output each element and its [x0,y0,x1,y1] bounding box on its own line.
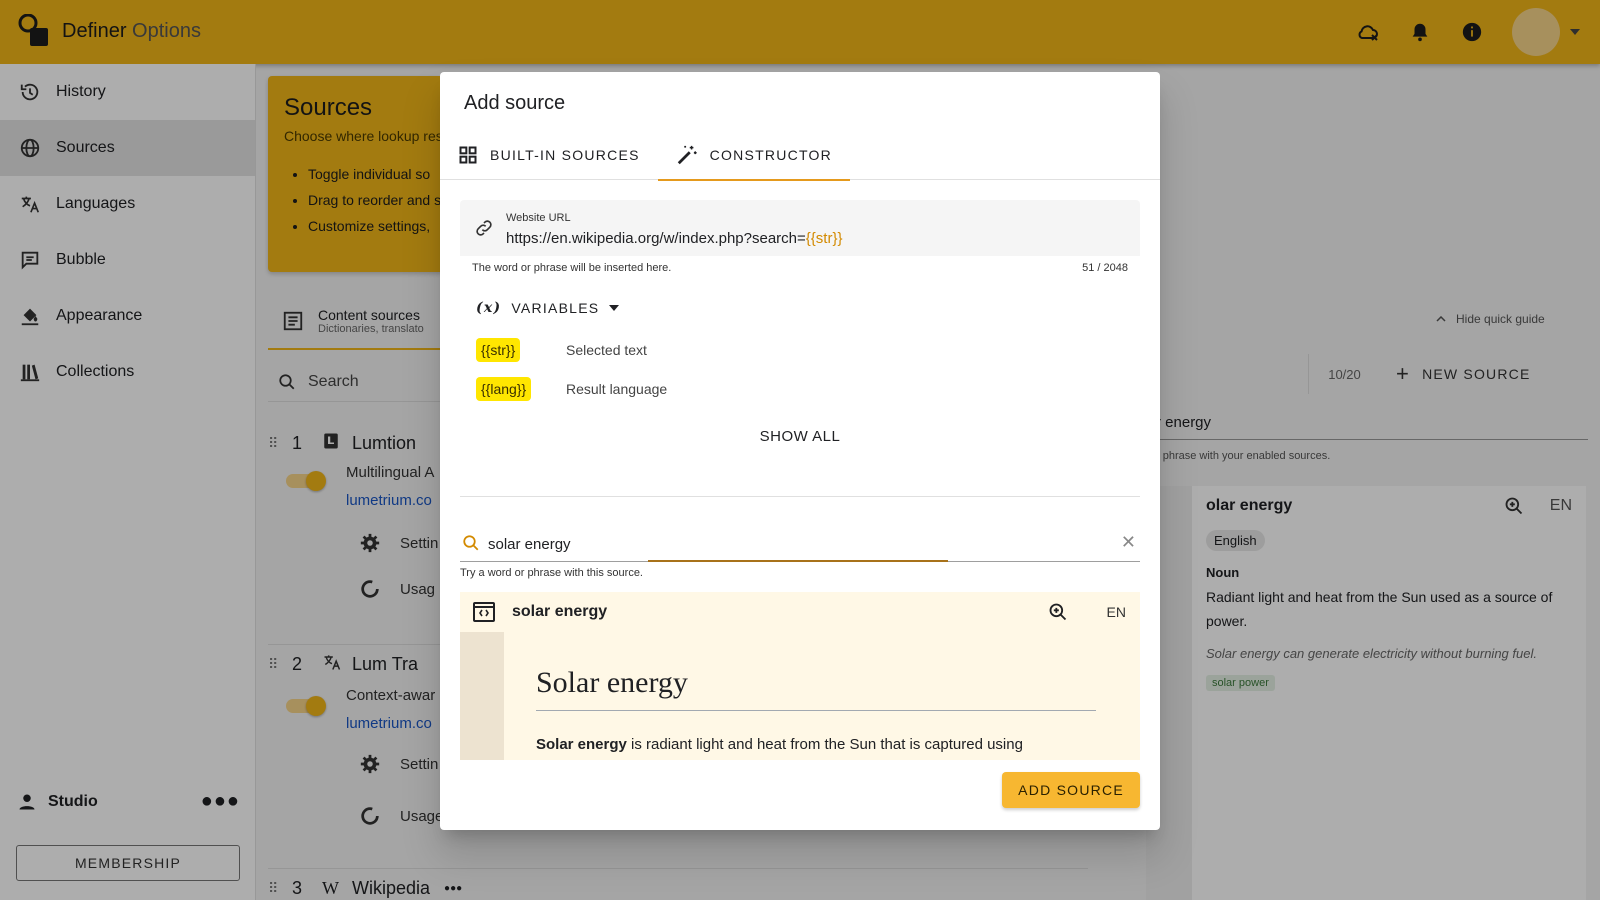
link-icon [474,218,494,243]
url-variable: {{str}} [805,230,843,247]
tab-built-in-sources[interactable]: BUILT-IN SOURCES [440,130,658,180]
variables-toggle-button[interactable]: (x) VARIABLES [476,300,620,316]
result-term: solar energy [512,603,608,620]
url-char-counter: 51 / 2048 [1082,262,1128,274]
magic-wand-icon [676,144,698,166]
url-field-value: https://en.wikipedia.org/w/index.php?sea… [506,230,842,247]
tab-constructor[interactable]: CONSTRUCTOR [657,130,851,181]
grid-icon [458,145,478,165]
variables-label: VARIABLES [511,300,600,316]
article-text: Solar energy is radiant light and heat f… [536,736,1023,753]
source-preview-result: solar energy EN Solar energy Solar energ… [460,592,1140,760]
variable-icon: (x) [476,300,502,316]
add-source-button[interactable]: ADD SOURCE [1002,772,1140,808]
variable-desc: Selected text [566,342,647,358]
search-icon [462,534,480,557]
try-source-input[interactable]: solar energy ✕ [460,528,1140,562]
url-prefix: https://en.wikipedia.org/w/index.php?sea… [506,230,806,247]
result-sidebar-strip [460,632,504,760]
article-title: Solar energy [536,666,688,699]
code-bracket-icon [472,601,496,623]
variable-chip-lang[interactable]: {{lang}} [476,377,532,401]
variable-row: {{lang}} [476,377,532,401]
website-url-field[interactable]: Website URL https://en.wikipedia.org/w/i… [460,200,1140,256]
result-lang: EN [1106,604,1126,620]
zoom-in-icon[interactable] [1048,602,1068,627]
close-icon[interactable]: ✕ [1121,532,1136,553]
article-divider [536,710,1096,711]
show-all-variables-button[interactable]: SHOW ALL [440,428,1160,445]
dialog-title: Add source [464,92,566,114]
article-body: is radiant light and heat from the Sun t… [626,736,1023,753]
variable-desc: Result language [566,381,668,397]
variable-chip-str[interactable]: {{str}} [476,338,521,362]
dialog-tabs: BUILT-IN SOURCES CONSTRUCTOR [440,130,1160,181]
try-input-value: solar energy [488,536,571,553]
add-source-dialog: Add source BUILT-IN SOURCES CONSTRUCTOR … [440,72,1160,830]
try-input-hint: Try a word or phrase with this source. [460,567,643,579]
tab-label: BUILT-IN SOURCES [490,147,640,163]
url-field-hint: The word or phrase will be inserted here… [472,262,672,274]
article-bold-term: Solar energy [536,736,627,753]
url-field-label: Website URL [506,212,571,224]
result-header: solar energy EN [460,592,1140,632]
divider [460,496,1140,497]
variable-row: {{str}} [476,338,521,362]
tab-label: CONSTRUCTOR [709,147,833,163]
caret-down-icon [609,305,620,311]
